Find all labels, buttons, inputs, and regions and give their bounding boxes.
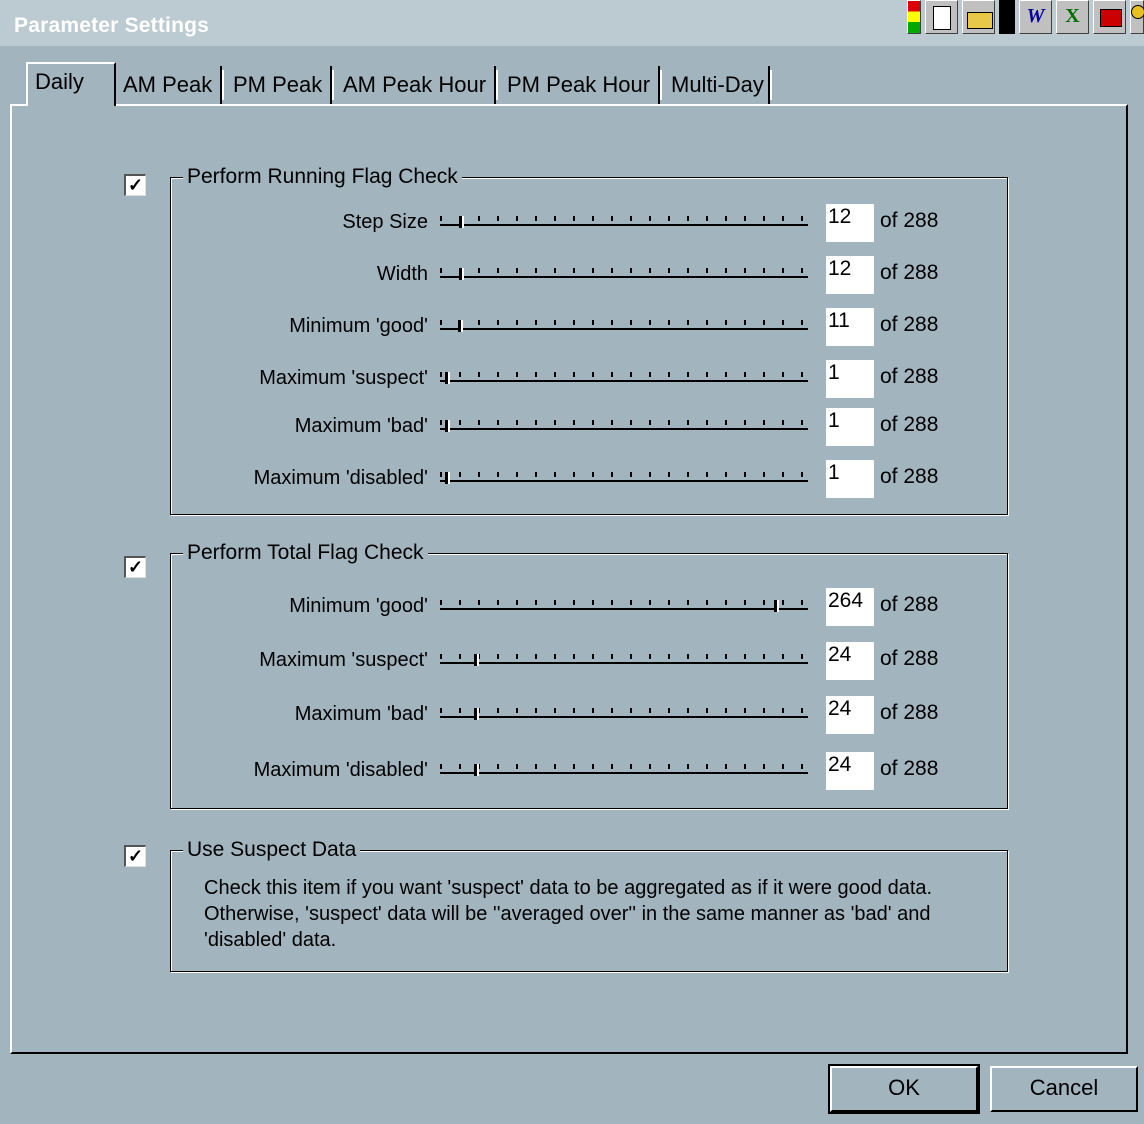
running-check-slider-thumb[interactable] <box>459 268 464 280</box>
running-check-row-label: Minimum 'good' <box>289 315 428 337</box>
tab-am-peak[interactable]: AM Peak <box>116 66 224 104</box>
running-check-max-label: of 288 <box>880 313 939 336</box>
powerpoint-icon[interactable] <box>1093 0 1126 34</box>
total-check-max-label: of 288 <box>880 701 939 724</box>
total-check-row-label: Maximum 'bad' <box>294 703 428 725</box>
ok-button[interactable]: OK <box>828 1064 980 1114</box>
running-check-checkbox[interactable]: ✓ <box>124 174 146 196</box>
running-check-value-input[interactable]: 1 <box>826 360 874 398</box>
running-check-max-label: of 288 <box>880 413 939 436</box>
suspect-data-description: Check this item if you want 'suspect' da… <box>204 877 933 951</box>
running-check-slider[interactable] <box>440 372 808 384</box>
tab-pm-peak-hour[interactable]: PM Peak Hour <box>500 66 662 104</box>
suspect-data-label: Use Suspect Data <box>183 837 361 863</box>
total-check-value-input[interactable]: 264 <box>826 588 874 626</box>
toolbar-icons: W X <box>903 0 1144 36</box>
total-check-max-label: of 288 <box>880 647 939 670</box>
running-check-slider[interactable] <box>440 472 808 484</box>
running-check-slider[interactable] <box>440 420 808 432</box>
notepad-icon[interactable] <box>925 0 958 34</box>
cancel-button[interactable]: Cancel <box>990 1066 1138 1112</box>
total-check-value-input[interactable]: 24 <box>826 752 874 790</box>
running-check-row-label: Maximum 'suspect' <box>259 367 428 389</box>
running-check-value-input[interactable]: 12 <box>826 204 874 242</box>
total-check-value-input[interactable]: 24 <box>826 642 874 680</box>
color-palette-icon[interactable] <box>907 0 921 34</box>
total-check-checkbox[interactable]: ✓ <box>124 556 146 578</box>
running-check-value-input[interactable]: 1 <box>826 408 874 446</box>
running-check-row-label: Maximum 'disabled' <box>253 467 428 489</box>
running-check-max-label: of 288 <box>880 365 939 388</box>
total-check-slider-thumb[interactable] <box>474 764 479 776</box>
running-check-slider[interactable] <box>440 268 808 280</box>
total-check-slider[interactable] <box>440 600 808 612</box>
total-check-row-label: Minimum 'good' <box>289 595 428 617</box>
running-check-slider-thumb[interactable] <box>445 420 450 432</box>
tab-daily[interactable]: Daily <box>26 62 116 106</box>
total-check-slider[interactable] <box>440 708 808 720</box>
total-check-row-label: Maximum 'suspect' <box>259 649 428 671</box>
total-check-row-label: Maximum 'disabled' <box>253 759 428 781</box>
tab-pm-peak[interactable]: PM Peak <box>226 66 334 104</box>
total-check-slider[interactable] <box>440 654 808 666</box>
running-check-value-input[interactable]: 12 <box>826 256 874 294</box>
key-icon[interactable] <box>1130 0 1144 34</box>
excel-icon[interactable]: X <box>1056 0 1089 34</box>
tab-am-peak-hour[interactable]: AM Peak Hour <box>336 66 498 104</box>
running-check-slider[interactable] <box>440 216 808 228</box>
total-check-max-label: of 288 <box>880 757 939 780</box>
running-check-max-label: of 288 <box>880 465 939 488</box>
running-check-row-label: Step Size <box>342 211 428 233</box>
title-bar: Parameter Settings W X <box>0 0 1144 46</box>
separator-icon <box>999 0 1015 34</box>
running-check-max-label: of 288 <box>880 209 939 232</box>
running-check-slider[interactable] <box>440 320 808 332</box>
running-check-slider-thumb[interactable] <box>459 216 464 228</box>
running-check-slider-thumb[interactable] <box>458 320 463 332</box>
window-title: Parameter Settings <box>14 14 210 37</box>
open-folder-icon[interactable] <box>962 0 995 34</box>
running-check-slider-thumb[interactable] <box>445 472 450 484</box>
total-check-slider-thumb[interactable] <box>474 654 479 666</box>
total-check-slider-thumb[interactable] <box>774 600 779 612</box>
total-check-max-label: of 288 <box>880 593 939 616</box>
total-check-slider[interactable] <box>440 764 808 776</box>
total-check-slider-thumb[interactable] <box>474 708 479 720</box>
running-check-value-input[interactable]: 11 <box>826 308 874 346</box>
tab-multi-day[interactable]: Multi-Day <box>664 66 772 104</box>
running-check-max-label: of 288 <box>880 261 939 284</box>
total-check-value-input[interactable]: 24 <box>826 696 874 734</box>
running-check-slider-thumb[interactable] <box>445 372 450 384</box>
running-check-row-label: Width <box>376 263 428 285</box>
total-check-label: Perform Total Flag Check <box>183 540 428 566</box>
running-check-label: Perform Running Flag Check <box>183 164 462 190</box>
word-icon[interactable]: W <box>1019 0 1052 34</box>
running-check-row-label: Maximum 'bad' <box>294 415 428 437</box>
running-check-value-input[interactable]: 1 <box>826 460 874 498</box>
suspect-data-checkbox[interactable]: ✓ <box>124 845 146 867</box>
